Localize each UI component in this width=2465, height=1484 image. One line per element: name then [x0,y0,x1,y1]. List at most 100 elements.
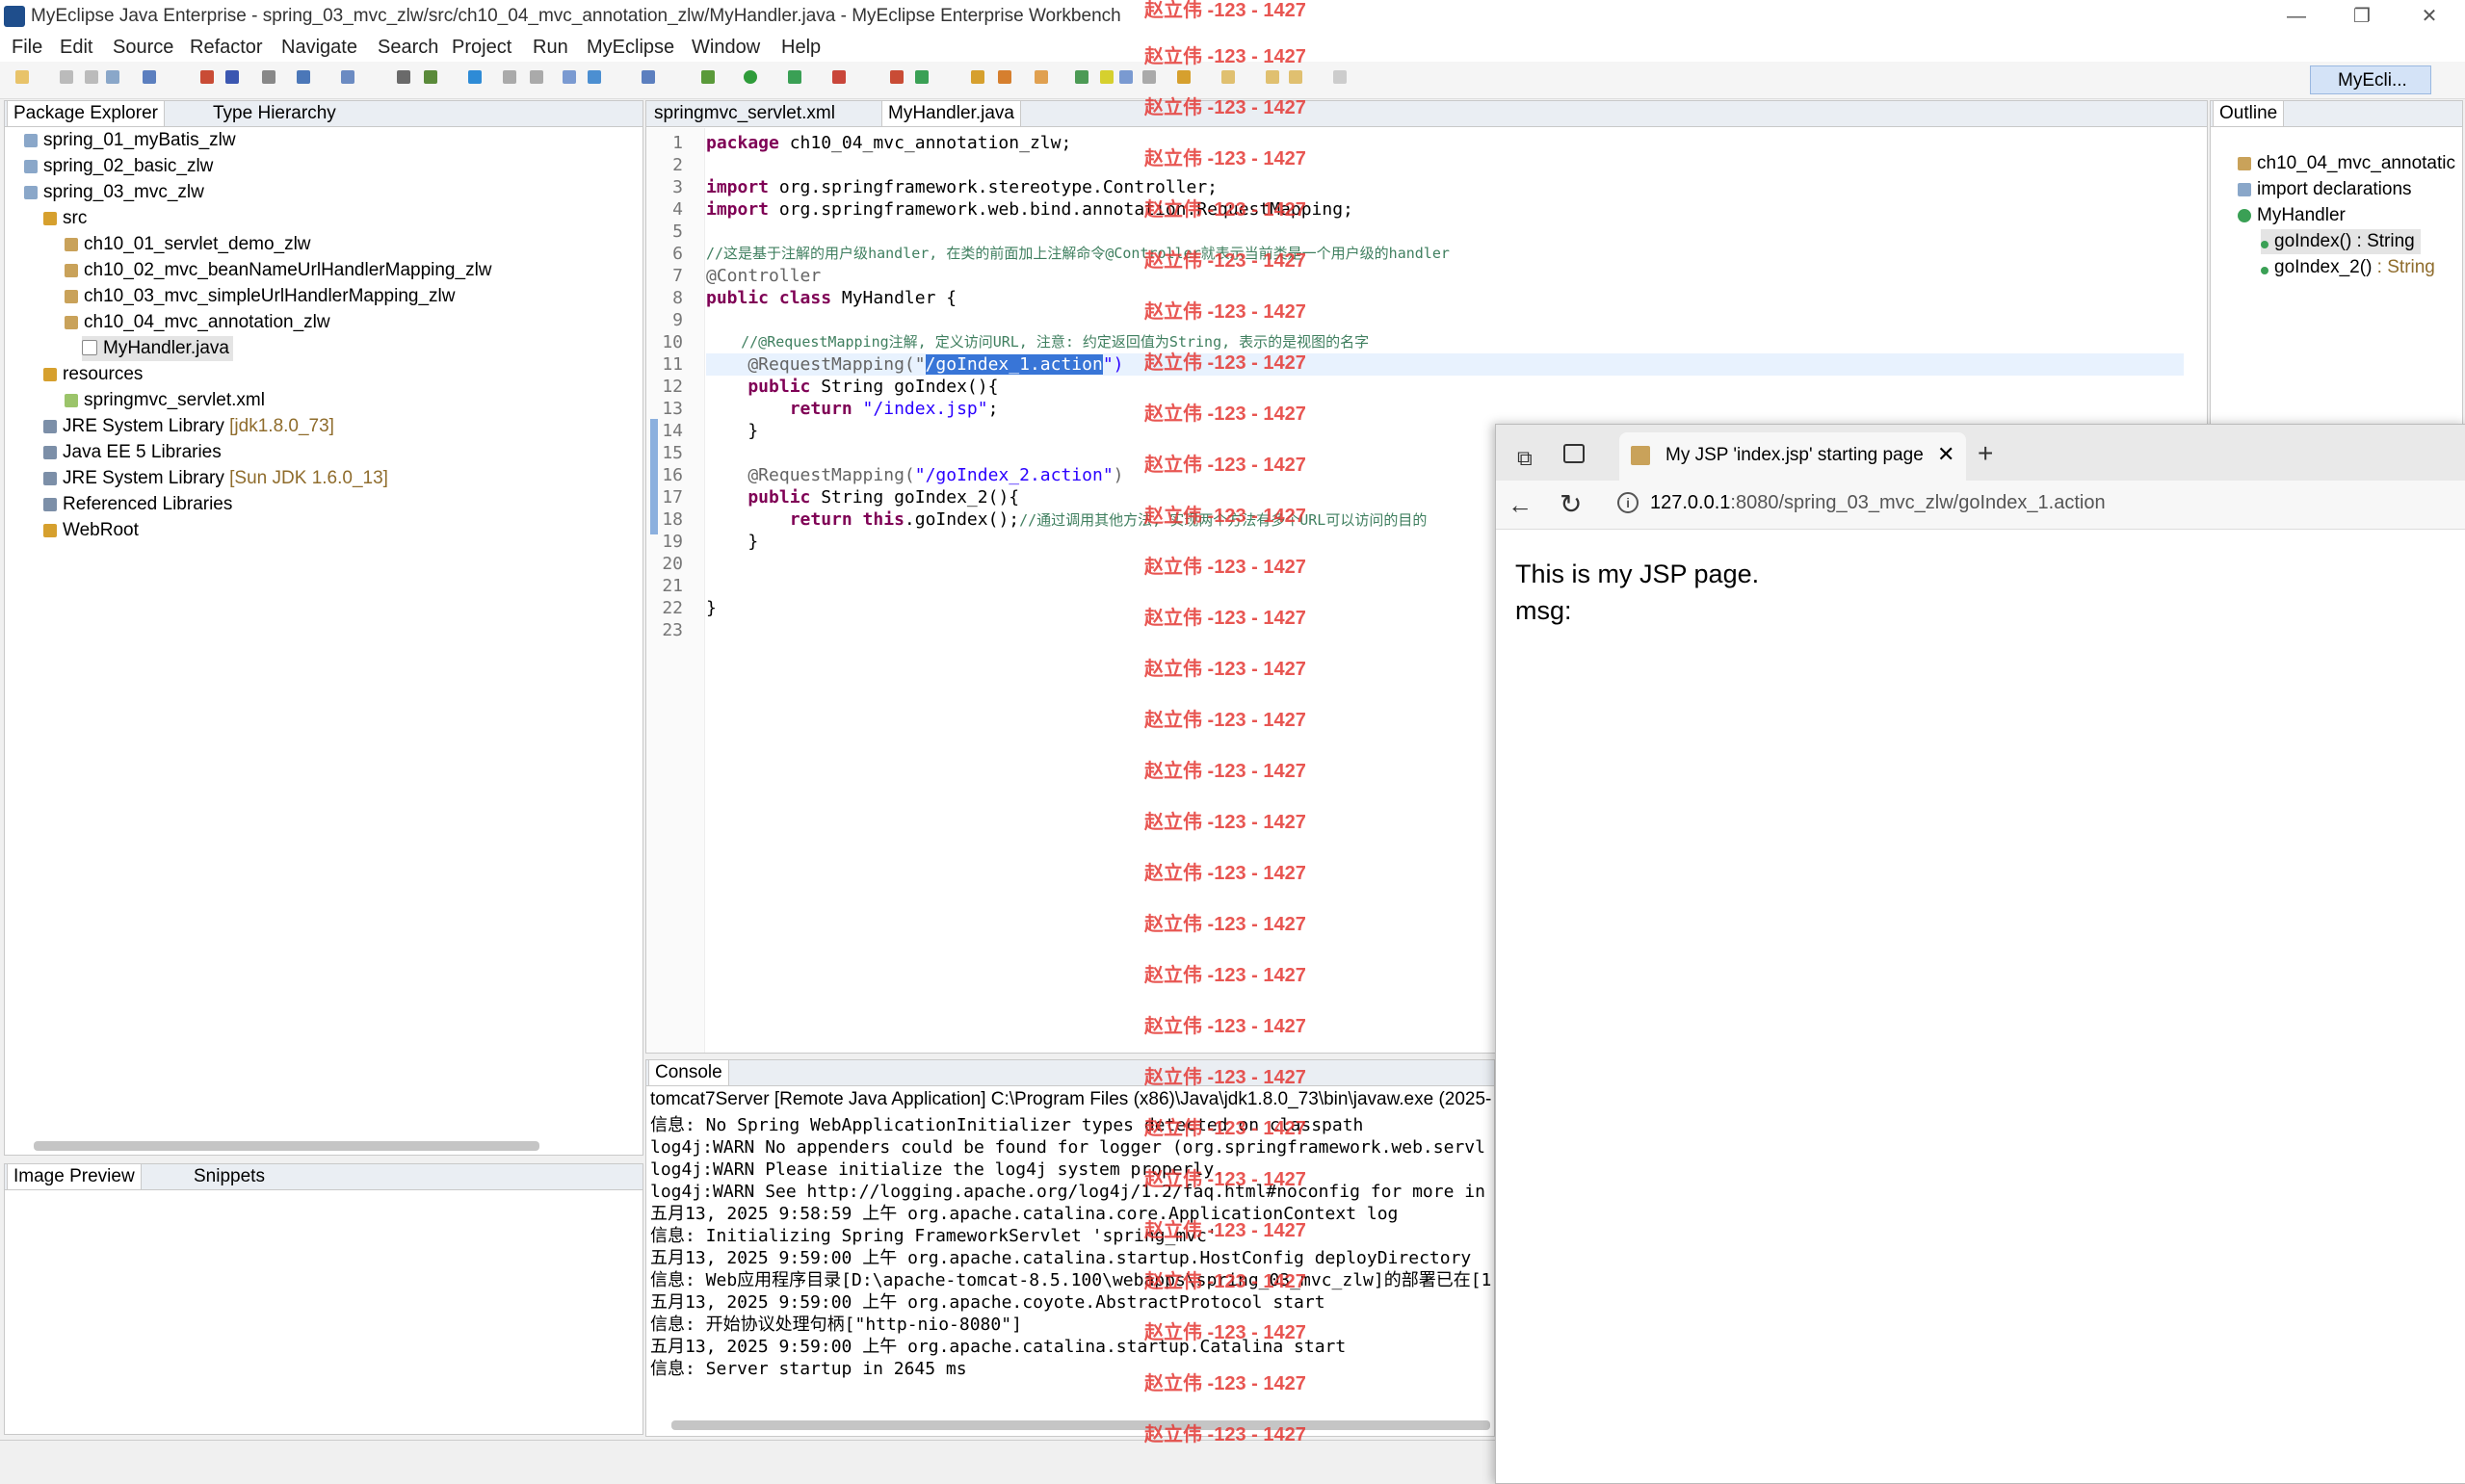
page-content-line: msg: [1515,596,1572,625]
line-number: 22 [662,598,683,618]
block-icon[interactable] [1142,70,1156,84]
globe-icon[interactable] [468,70,482,84]
tree-extra: [jdk1.8.0_73] [229,416,334,436]
refresh-icon[interactable] [588,70,601,84]
tree-item-myhandler[interactable]: MyHandler.java [82,336,233,361]
watermark-text: 赵立伟 -123 - 1427 [1144,506,1306,527]
search-icon[interactable] [1075,70,1088,84]
tab-snippets[interactable]: Snippets [188,1164,271,1189]
tree-item-package[interactable]: ch10_01_servlet_demo_zlw [65,232,311,257]
step-icon[interactable] [503,70,516,84]
run-icon[interactable] [744,70,757,84]
menu-navigate[interactable]: Navigate [281,37,357,59]
tab-console[interactable]: Console [648,1060,729,1085]
history-icon[interactable] [1333,70,1347,84]
menu-source[interactable]: Source [113,37,173,59]
tree-item-package[interactable]: ch10_04_mvc_annotation_zlw [65,310,330,335]
perspective-myeclipse-button[interactable]: MyEcli... [2310,65,2431,94]
external-tools-icon[interactable] [832,70,846,84]
print-icon[interactable] [106,70,119,84]
maximize-button[interactable]: ❐ [2333,0,2391,33]
step-over-icon[interactable] [530,70,543,84]
open-folder-icon[interactable] [971,70,984,84]
tree-item-spring-02[interactable]: spring_02_basic_zlw [24,154,213,179]
tree-item-resources[interactable]: resources [43,362,143,387]
tree-item-spring-03[interactable]: spring_03_mvc_zlw [24,180,204,205]
outline-item-imports[interactable]: import declarations [2238,177,2412,202]
new-class-icon[interactable] [915,70,929,84]
save-all-icon[interactable] [85,70,98,84]
tree-item-spring-01[interactable]: spring_01_myBatis_zlw [24,128,236,153]
menu-refactor[interactable]: Refactor [190,37,263,59]
tree-item-package[interactable]: ch10_03_mvc_simpleUrlHandlerMapping_zlw [65,284,455,309]
outline-item-method[interactable]: goIndex_2() : String [2261,255,2435,280]
menu-edit[interactable]: Edit [60,37,92,59]
tab-myhandler-java[interactable]: MyHandler.java [881,101,1021,126]
menu-window[interactable]: Window [692,37,760,59]
outline-item-method[interactable]: goIndex() : String [2261,229,2421,254]
tree-item-jre-sun[interactable]: JRE System Library [Sun JDK 1.6.0_13] [43,466,388,491]
highlight-icon[interactable] [1100,70,1114,84]
outline-item-class[interactable]: MyHandler [2238,203,2346,228]
tree-item-xml[interactable]: springmvc_servlet.xml [65,388,265,413]
image-preview-panel: Image Preview Snippets [4,1163,643,1435]
code-annotation: @RequestMapping(" [706,354,926,375]
close-tab-icon[interactable]: ✕ [1937,442,1954,467]
horizontal-scrollbar[interactable] [34,1141,539,1151]
tree-item-src[interactable]: src [43,206,87,231]
tab-package-explorer[interactable]: Package Explorer [7,101,165,126]
tab-type-hierarchy[interactable]: Type Hierarchy [207,101,342,126]
menu-search[interactable]: Search [378,37,438,59]
minimize-button[interactable]: — [2268,0,2325,33]
tree-item-webroot[interactable]: WebRoot [43,518,139,543]
outline-item-package[interactable]: ch10_04_mvc_annotatic [2238,151,2455,176]
server-icon[interactable] [225,70,239,84]
annotation-icon[interactable] [1177,70,1191,84]
menu-help[interactable]: Help [781,37,821,59]
menu-run[interactable]: Run [533,37,568,59]
web-icon[interactable] [341,70,354,84]
reload-icon[interactable]: ↻ [1560,488,1582,520]
browser-tab[interactable]: My JSP 'index.jsp' starting page ✕ [1619,432,1966,481]
terminal-icon[interactable] [262,70,275,84]
back-icon[interactable] [1266,70,1279,84]
wizard-icon[interactable] [397,70,410,84]
build-icon[interactable] [424,70,437,84]
menu-project[interactable]: Project [452,37,511,59]
run-config-icon[interactable] [788,70,801,84]
toggle-icon[interactable] [1119,70,1133,84]
tab-image-preview[interactable]: Image Preview [7,1164,142,1189]
save-icon[interactable] [60,70,73,84]
tree-item-package[interactable]: ch10_02_mvc_beanNameUrlHandlerMapping_zl… [65,258,492,283]
new-project-icon[interactable] [890,70,904,84]
close-window-button[interactable]: ✕ [2400,0,2458,33]
tree-item-jre[interactable]: JRE System Library [jdk1.8.0_73] [43,414,334,439]
tool-icon[interactable] [297,70,310,84]
tab-outline[interactable]: Outline [2213,101,2285,126]
menu-myeclipse[interactable]: MyEclipse [587,37,674,59]
horizontal-scrollbar[interactable] [671,1420,1490,1430]
new-tab-icon[interactable]: + [1978,438,1993,469]
tree-item-javaee[interactable]: Java EE 5 Libraries [43,440,222,465]
info-icon[interactable]: i [1617,492,1639,513]
next-annotation-icon[interactable] [1221,70,1235,84]
debug-icon[interactable] [701,70,715,84]
new-icon[interactable] [15,70,29,84]
window-icon[interactable] [642,70,655,84]
url-field[interactable]: 127.0.0.1:8080/spring_03_mvc_zlw/goIndex… [1650,492,2106,514]
open-perspective-icon[interactable] [563,70,576,84]
forward-icon[interactable] [1289,70,1302,84]
workspaces-icon[interactable]: ⧉ [1517,446,1533,471]
watermark-text: 赵立伟 -123 - 1427 [1144,659,1306,680]
menu-file[interactable]: File [12,37,42,59]
pencil-icon[interactable] [998,70,1011,84]
tree-item-referenced[interactable]: Referenced Libraries [43,492,232,517]
deploy-icon[interactable] [200,70,214,84]
code-line: } [706,421,759,441]
back-arrow-icon[interactable]: ← [1508,490,1533,520]
tab-springmvc-servlet-xml[interactable]: springmvc_servlet.xml [648,101,841,126]
outline-extra: : String [2372,257,2435,277]
task-icon[interactable] [1035,70,1048,84]
tab-actions-icon[interactable] [1563,444,1585,463]
open-type-icon[interactable] [143,70,156,84]
